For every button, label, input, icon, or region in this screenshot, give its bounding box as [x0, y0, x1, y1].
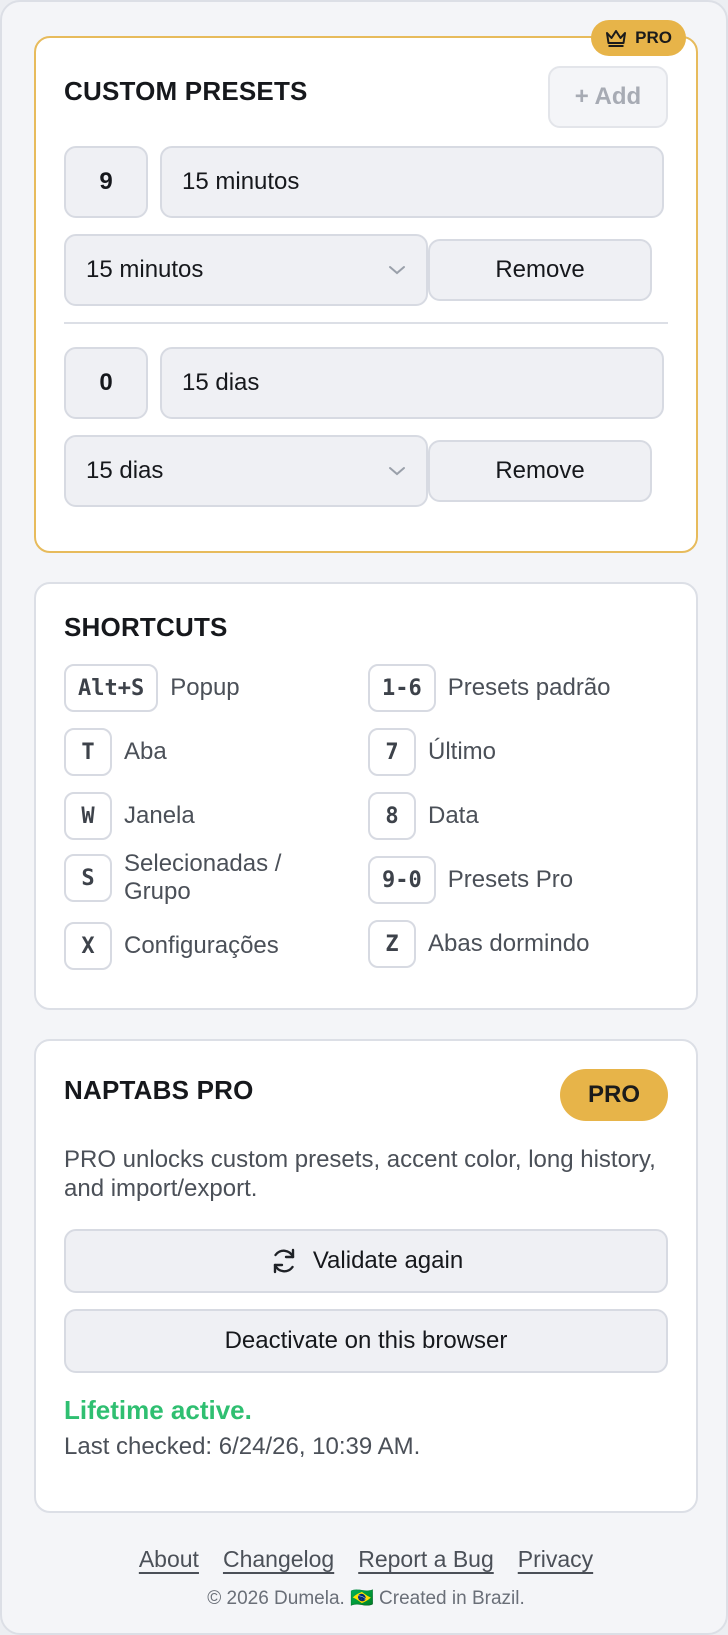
- report-bug-link[interactable]: Report a Bug: [358, 1546, 494, 1573]
- crown-icon: [606, 30, 627, 47]
- refresh-icon: [273, 1248, 295, 1274]
- shortcut-label: Último: [428, 738, 497, 765]
- pro-description: PRO unlocks custom presets, accent color…: [64, 1146, 656, 1202]
- preset-key-field[interactable]: 0: [64, 347, 148, 419]
- preset-duration-value: 15 minutos: [86, 256, 204, 283]
- preset-divider: [64, 322, 668, 324]
- shortcuts-title: SHORTCUTS: [64, 612, 228, 642]
- shortcut-key: X: [64, 922, 112, 970]
- shortcut-label: Presets Pro: [447, 866, 574, 893]
- shortcut-item: 8 Data: [368, 792, 479, 840]
- preset-duration-select[interactable]: 15 dias: [64, 435, 428, 507]
- validate-again-button[interactable]: Validate again: [64, 1229, 668, 1293]
- settings-page: PRO CUSTOM PRESETS + Add 9 15 minutos 15…: [0, 0, 728, 1635]
- validate-again-label: Validate again: [312, 1247, 464, 1274]
- shortcuts-card: SHORTCUTS Alt+S Popup T Aba W Janela S S…: [34, 582, 698, 1010]
- shortcut-key: Alt+S: [64, 664, 159, 712]
- about-link[interactable]: About: [139, 1546, 199, 1573]
- pro-badge-label: PRO: [635, 28, 672, 47]
- deactivate-button[interactable]: Deactivate on this browser: [64, 1309, 668, 1373]
- preset-name-input[interactable]: 15 minutos: [160, 146, 664, 218]
- shortcut-item: Z Abas dormindo: [368, 920, 589, 968]
- naptabs-pro-title: NAPTABS PRO: [64, 1075, 254, 1105]
- preset-duration-value: 15 dias: [86, 457, 164, 484]
- custom-presets-title: CUSTOM PRESETS: [64, 76, 308, 106]
- shortcut-label: Data: [428, 802, 479, 829]
- preset-key-field[interactable]: 9: [64, 146, 148, 218]
- shortcut-key: 1-6: [368, 664, 436, 712]
- shortcut-label: Popup: [170, 674, 240, 701]
- shortcut-key: 9-0: [368, 856, 436, 904]
- chevron-down-icon: [389, 266, 405, 275]
- shortcut-label: Presets padrão: [447, 674, 611, 701]
- privacy-link[interactable]: Privacy: [518, 1546, 593, 1573]
- add-preset-button[interactable]: + Add: [548, 66, 668, 128]
- shortcut-label: Configurações: [124, 932, 279, 959]
- shortcut-item: 9-0 Presets Pro: [368, 856, 573, 904]
- chevron-down-icon: [389, 467, 405, 476]
- shortcut-key: 8: [368, 792, 416, 840]
- shortcut-label: Aba: [124, 738, 167, 765]
- shortcut-item: T Aba: [64, 728, 167, 776]
- copyright-text: © 2026 Dumela. 🇧🇷 Created in Brazil.: [207, 1588, 525, 1609]
- remove-preset-button[interactable]: Remove: [428, 440, 652, 502]
- shortcut-label: Abas dormindo: [428, 930, 590, 957]
- shortcut-item: Alt+S Popup: [64, 664, 240, 712]
- footer-links: About Changelog Report a Bug Privacy: [2, 1546, 728, 1573]
- pro-badge: PRO: [560, 1069, 668, 1121]
- shortcut-key: Z: [368, 920, 416, 968]
- shortcut-label: Janela: [124, 802, 195, 829]
- shortcut-item: 7 Último: [368, 728, 496, 776]
- custom-presets-card: PRO CUSTOM PRESETS + Add 9 15 minutos 15…: [34, 20, 698, 553]
- shortcut-item: S Selecionadas / Grupo: [64, 850, 324, 906]
- shortcut-item: W Janela: [64, 792, 195, 840]
- shortcut-item: 1-6 Presets padrão: [368, 664, 611, 712]
- last-checked-text: Last checked: 6/24/26, 10:39 AM.: [64, 1433, 421, 1460]
- shortcut-key: 7: [368, 728, 416, 776]
- pro-badge-tab: PRO: [591, 20, 686, 56]
- shortcut-item: X Configurações: [64, 922, 279, 970]
- shortcut-label: Selecionadas / Grupo: [124, 850, 282, 905]
- preset-name-input[interactable]: 15 dias: [160, 347, 664, 419]
- shortcut-key: S: [64, 854, 112, 902]
- naptabs-pro-card: NAPTABS PRO PRO PRO unlocks custom prese…: [34, 1039, 698, 1513]
- preset-duration-select[interactable]: 15 minutos: [64, 234, 428, 306]
- shortcut-key: T: [64, 728, 112, 776]
- changelog-link[interactable]: Changelog: [223, 1546, 334, 1573]
- remove-preset-button[interactable]: Remove: [428, 239, 652, 301]
- license-status: Lifetime active.: [64, 1395, 252, 1425]
- shortcut-key: W: [64, 792, 112, 840]
